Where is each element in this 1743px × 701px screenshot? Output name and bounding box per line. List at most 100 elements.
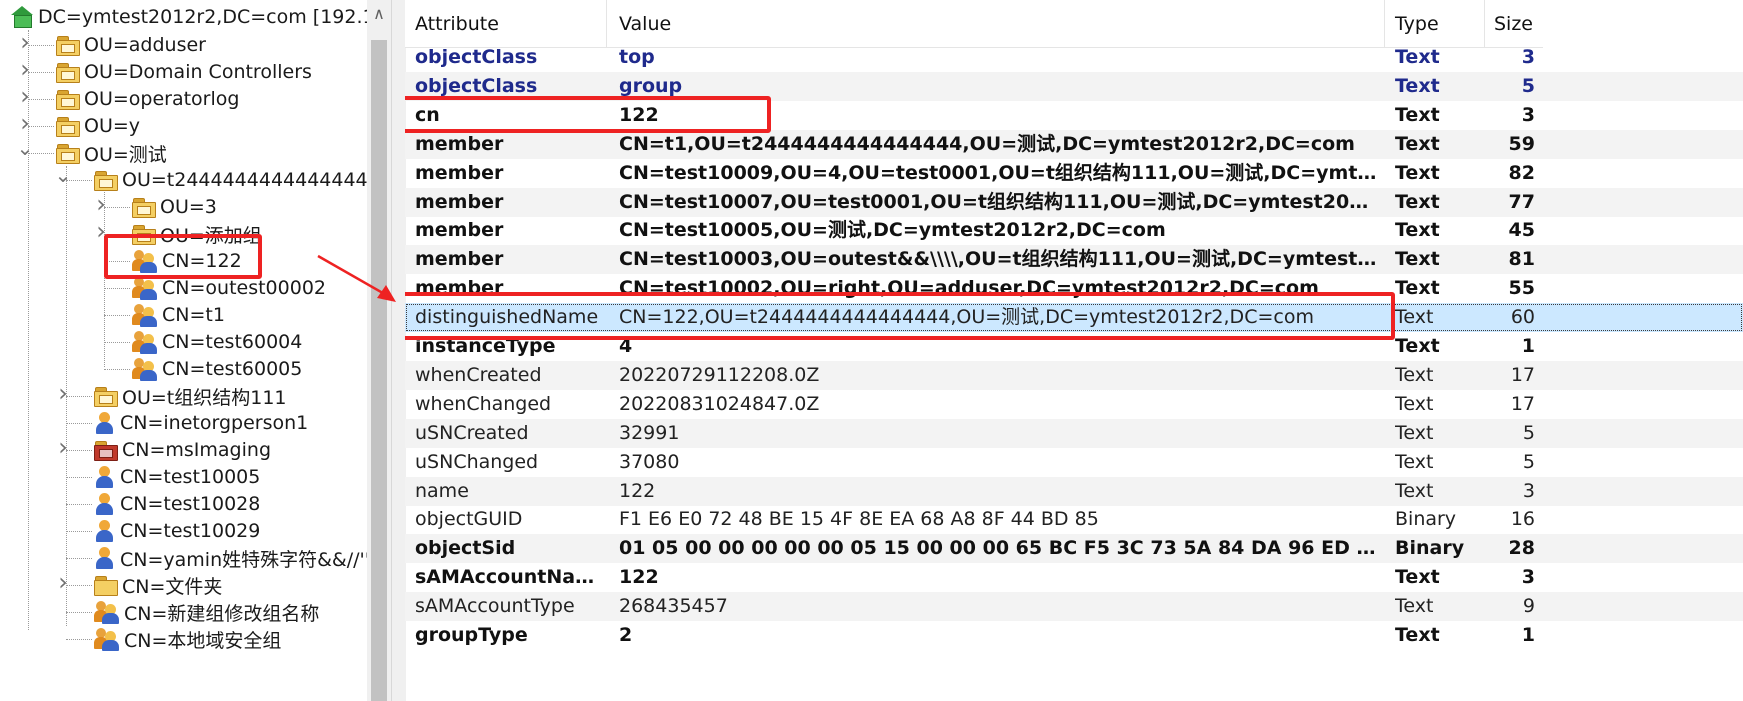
group-icon [94, 600, 120, 624]
scrollbar-thumb[interactable] [371, 40, 387, 701]
cell-type: Text [1395, 132, 1440, 155]
tree-item[interactable]: OU=y [56, 111, 140, 141]
tree-item-label: CN=test10029 [120, 520, 261, 542]
cell-value: 01 05 00 00 00 00 00 05 15 00 00 00 65 B… [619, 537, 1381, 560]
col-header-size[interactable]: Size [1485, 0, 1543, 48]
tree-item[interactable]: OU=t组织结构111 [94, 381, 287, 411]
tree-item[interactable]: CN=yamin姓特殊字符&&//'"" [94, 543, 382, 573]
col-header-type[interactable]: Type [1385, 0, 1485, 48]
cell-size: 5 [1522, 450, 1535, 473]
tree-item-label: OU=测试 [84, 143, 167, 166]
table-row[interactable]: objectGUID F1 E6 E0 72 48 BE 15 4F 8E EA … [405, 505, 1743, 534]
tree-item[interactable]: OU=Domain Controllers [56, 57, 312, 87]
cell-value: F1 E6 E0 72 48 BE 15 4F 8E EA 68 A8 8F 4… [619, 508, 1099, 531]
table-row[interactable]: uSNChanged 37080 Text 5 [405, 448, 1743, 477]
tree-item-label: CN=test10005 [120, 466, 261, 488]
table-row[interactable]: sAMAccountName 122 Text 3 [405, 563, 1743, 592]
expand-chevron-icon[interactable]: › [54, 568, 72, 596]
cell-size: 3 [1521, 46, 1535, 68]
tree-item[interactable]: CN=test10028 [94, 489, 260, 519]
tree-item[interactable]: OU=添加组 [132, 219, 262, 249]
tree-item[interactable]: CN=test10005 [94, 462, 260, 492]
expand-chevron-icon[interactable]: › [16, 55, 34, 83]
cell-size: 17 [1510, 392, 1535, 415]
table-row[interactable]: member CN=test10002,OU=right,OU=adduser,D… [405, 274, 1743, 303]
tree-item[interactable]: CN=test60005 [132, 354, 302, 384]
tree-item[interactable]: CN=本地域安全组 [94, 624, 281, 654]
user-icon [94, 465, 116, 489]
collapse-chevron-icon[interactable]: ⌄ [16, 136, 34, 160]
tree-item[interactable]: CN=test60004 [132, 327, 302, 357]
collapse-chevron-icon[interactable]: ⌄ [54, 163, 72, 187]
table-row[interactable]: whenCreated 20220729112208.0Z Text 17 [405, 360, 1743, 390]
group-icon [132, 357, 158, 381]
group-icon [132, 330, 158, 354]
expand-chevron-icon[interactable]: › [16, 28, 34, 56]
user-icon [94, 411, 116, 435]
tree-scrollbar[interactable]: ∧ [367, 0, 391, 701]
cell-attribute: whenCreated [415, 363, 542, 386]
expand-chevron-icon[interactable]: › [16, 82, 34, 110]
table-row[interactable]: objectClass top Text 3 [405, 43, 1743, 72]
expand-chevron-icon[interactable]: › [16, 109, 34, 137]
tree-item[interactable]: OU=测试 [56, 138, 167, 168]
tree-item-label: OU=operatorlog [84, 88, 240, 110]
table-row[interactable]: groupType 2 Text 1 [405, 621, 1743, 650]
cell-attribute: name [415, 479, 469, 502]
folder-icon [132, 197, 156, 218]
group-icon [94, 627, 120, 651]
table-row[interactable]: objectClass group Text 5 [405, 71, 1743, 101]
cell-size: 17 [1510, 363, 1535, 386]
expand-chevron-icon[interactable]: › [54, 379, 72, 407]
scroll-up-icon[interactable]: ∧ [367, 4, 391, 23]
table-row[interactable]: objectSid 01 05 00 00 00 00 00 05 15 00 0… [405, 534, 1743, 564]
table-row[interactable]: member CN=test10007,OU=test0001,OU=t组织结构1… [405, 187, 1743, 217]
tree-item[interactable]: OU=operatorlog [56, 84, 239, 114]
tree-root-node[interactable]: DC=ymtest2012r2,DC=com [192.168.2 [10, 2, 405, 32]
cell-type: Text [1395, 306, 1434, 329]
tree-item-label: OU=t2444444444444444 [122, 169, 368, 191]
col-header-attribute[interactable]: Attribute [405, 0, 607, 48]
tree-item[interactable]: CN=t1 [132, 300, 225, 330]
expand-chevron-icon[interactable]: › [92, 190, 110, 218]
cell-attribute: objectSid [415, 537, 516, 560]
tree-item[interactable]: CN=新建组修改组名称 [94, 597, 319, 627]
cell-size: 60 [1510, 306, 1535, 329]
expand-chevron-icon[interactable]: › [92, 217, 110, 245]
table-row[interactable]: cn 122 Text 3 [405, 101, 1743, 130]
tree-item[interactable]: OU=adduser [56, 30, 206, 60]
cell-attribute: member [415, 190, 504, 213]
table-row[interactable]: instanceType 4 Text 1 [405, 332, 1743, 361]
cell-size: 77 [1508, 190, 1535, 213]
tree-item-label: CN=test10028 [120, 493, 261, 515]
col-header-value[interactable]: Value [607, 0, 1385, 48]
table-row[interactable]: member CN=t1,OU=t2444444444444444,OU=测试,D… [405, 129, 1743, 159]
tree-item[interactable]: CN=122 [132, 246, 242, 276]
tree-item-label: CN=test60004 [162, 331, 303, 353]
tree-item[interactable]: CN=inetorgperson1 [94, 408, 308, 438]
table-row[interactable]: sAMAccountType 268435457 Text 9 [405, 592, 1743, 622]
group-icon [132, 276, 158, 300]
tree-item-label: CN=yamin姓特殊字符&&//'"" [120, 548, 383, 571]
user-icon [94, 519, 116, 543]
cell-size: 16 [1510, 508, 1535, 531]
table-row[interactable]: member CN=test10003,OU=outest&&\\\\,OU=t组… [405, 245, 1743, 275]
table-row[interactable]: member CN=test10009,OU=4,OU=test0001,OU=t… [405, 159, 1743, 188]
expand-chevron-icon[interactable]: › [54, 433, 72, 461]
table-row[interactable]: whenChanged 20220831024847.0Z Text 17 [405, 390, 1743, 419]
panel-splitter[interactable] [391, 0, 406, 701]
cell-type: Text [1395, 190, 1440, 213]
table-row[interactable]: name 122 Text 3 [405, 476, 1743, 506]
table-row[interactable]: distinguishedName CN=122,OU=t244444444444… [405, 303, 1743, 333]
tree-item[interactable]: OU=3 [132, 192, 217, 222]
tree-item[interactable]: CN=outest00002 [132, 273, 326, 303]
tree-item[interactable]: CN=msImaging [94, 435, 271, 465]
tree-item[interactable]: OU=t2444444444444444 [94, 165, 368, 195]
cell-value: 20220729112208.0Z [619, 363, 820, 386]
table-row[interactable]: uSNCreated 32991 Text 5 [405, 418, 1743, 448]
tree-item[interactable]: CN=文件夹 [94, 570, 222, 600]
cell-value: CN=test10009,OU=4,OU=test0001,OU=t组织结构11… [619, 161, 1381, 184]
cell-type: Text [1395, 161, 1440, 184]
tree-item[interactable]: CN=test10029 [94, 516, 260, 546]
table-row[interactable]: member CN=test10005,OU=测试,DC=ymtest2012r2… [405, 216, 1743, 245]
